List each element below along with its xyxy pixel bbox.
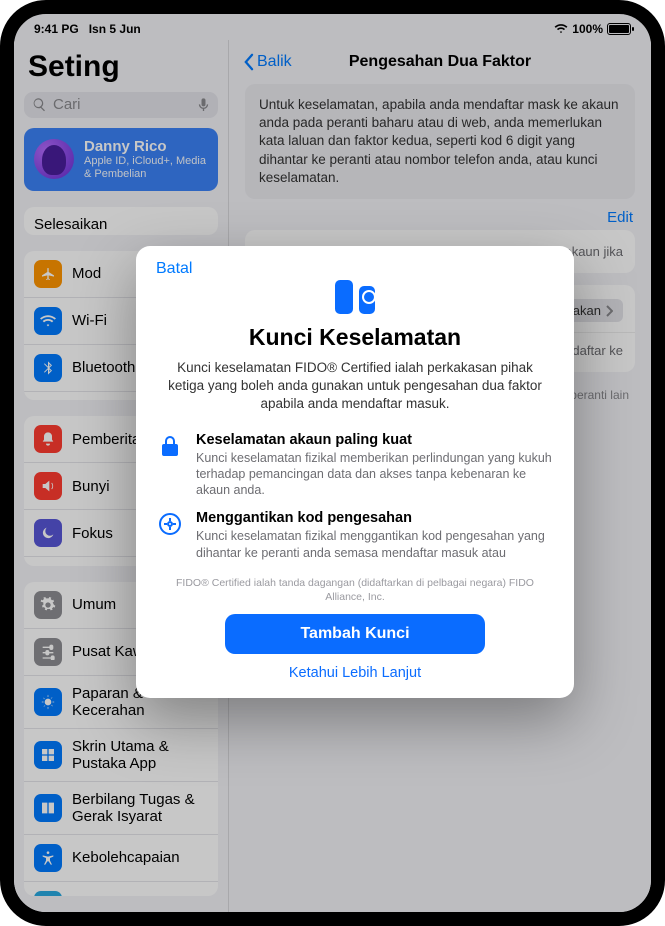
add-key-button[interactable]: Tambah Kunci [225, 614, 485, 654]
feature-replace-code: Menggantikan kod pengesahan Kunci kesela… [156, 510, 554, 561]
cancel-button[interactable]: Batal [156, 260, 192, 278]
feature-body: Kunci keselamatan fizikal menggantikan k… [196, 528, 552, 561]
modal-title: Kunci Keselamatan [156, 324, 554, 351]
modal-subtitle: Kunci keselamatan FIDO® Certified ialah … [156, 359, 554, 414]
security-keys-icon [325, 280, 385, 314]
lock-icon [158, 432, 182, 499]
feature-title: Keselamatan akaun paling kuat [196, 432, 552, 448]
feature-title: Menggantikan kod pengesahan [196, 510, 552, 526]
feature-strong-security: Keselamatan akaun paling kuat Kunci kese… [156, 432, 554, 499]
feature-body: Kunci keselamatan fizikal memberikan per… [196, 450, 552, 499]
ipad-frame: 9:41 PG Isn 5 Jun 100% Seting Cari Danny… [0, 0, 665, 926]
key-badge-icon [158, 510, 182, 561]
learn-more-button[interactable]: Ketahui Lebih Lanjut [289, 665, 421, 681]
fido-footnote: FIDO® Certified ialah tanda dagangan (di… [156, 573, 554, 614]
security-keys-modal: Batal Kunci Keselamatan Kunci keselamata… [136, 246, 574, 698]
